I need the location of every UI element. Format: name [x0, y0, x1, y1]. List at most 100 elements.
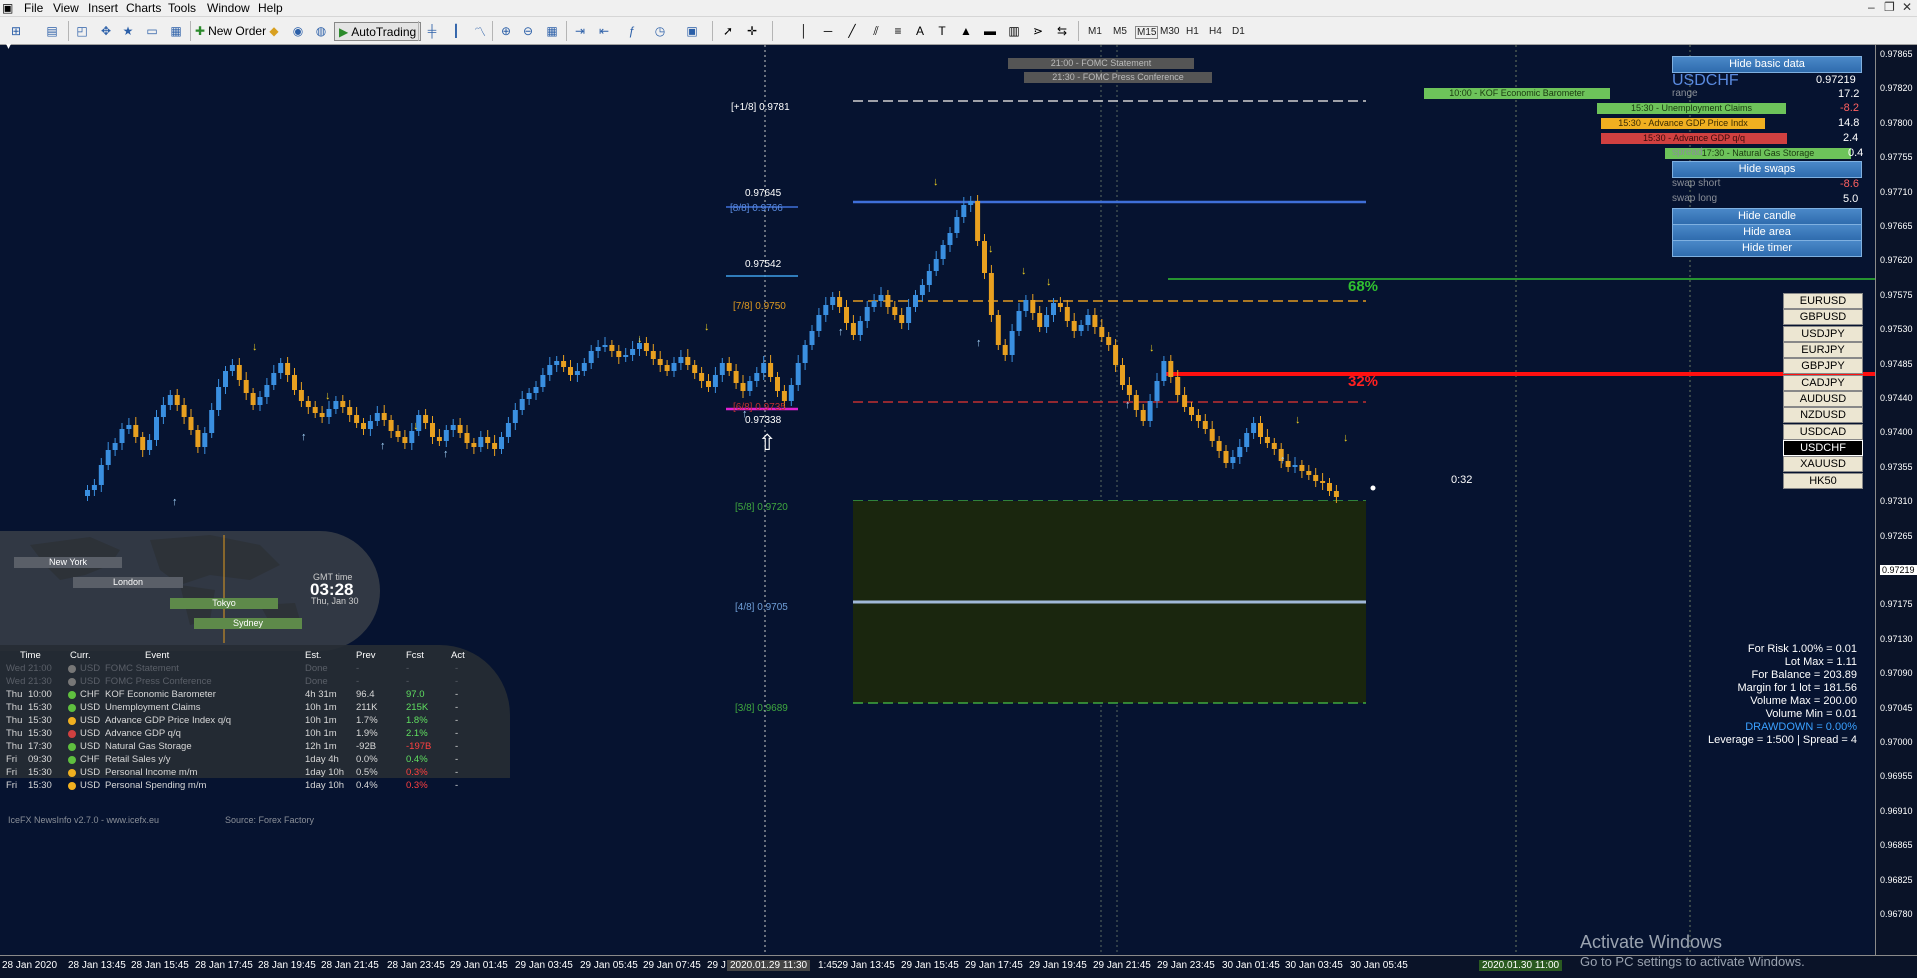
symbol-button-gbpusd[interactable]: GBPUSD: [1783, 309, 1863, 325]
symbol-button-gbpjpy[interactable]: GBPJPY: [1783, 358, 1863, 374]
candle: [1023, 300, 1029, 311]
navigator-icon[interactable]: ★: [120, 23, 136, 39]
symbol-button-eurjpy[interactable]: EURJPY: [1783, 342, 1863, 358]
hide-area-button[interactable]: Hide area: [1672, 224, 1862, 241]
time-axis-label: 28 Jan 19:45: [258, 960, 316, 971]
chart-shift-icon[interactable]: ⇤: [596, 23, 612, 39]
channel-icon[interactable]: ⫽: [868, 23, 884, 39]
menu-charts[interactable]: Charts: [126, 1, 161, 15]
menu-insert[interactable]: Insert: [88, 1, 118, 15]
menu-view[interactable]: View: [53, 1, 79, 15]
profiles-icon[interactable]: ▤: [44, 23, 60, 39]
periods-icon[interactable]: ◷: [652, 23, 668, 39]
event-bar[interactable]: 15:30 - Advance GDP Price Indx: [1601, 118, 1765, 129]
candle: [671, 363, 677, 371]
gann-icon[interactable]: ⋗: [1030, 23, 1046, 39]
trendline-icon[interactable]: ╱: [844, 23, 860, 39]
gmt-date: Thu, Jan 30: [311, 596, 359, 606]
text-label-icon[interactable]: T: [934, 23, 950, 39]
new-chart-icon[interactable]: ⊞: [8, 23, 24, 39]
rectangle-icon[interactable]: ▬: [982, 23, 998, 39]
menu-file[interactable]: File: [24, 1, 43, 15]
symbol-button-eurusd[interactable]: EURUSD: [1783, 293, 1863, 309]
price-axis[interactable]: 0.97865 0.97820 0.97800 0.97755 0.97710 0.976…: [1875, 45, 1917, 955]
bar-chart-icon[interactable]: ╪: [424, 23, 440, 39]
symbol-button-usdjpy[interactable]: USDJPY: [1783, 326, 1863, 342]
timeframe-h1[interactable]: H1: [1186, 26, 1199, 37]
market-watch-icon[interactable]: ◰: [74, 23, 90, 39]
new-order-button[interactable]: ✚ New Order: [195, 22, 266, 39]
timeframe-d1[interactable]: D1: [1232, 26, 1245, 37]
timeframe-m30[interactable]: M30: [1160, 26, 1179, 37]
symbol-button-hk50[interactable]: HK50: [1783, 473, 1863, 489]
elliott-icon[interactable]: ⇆: [1054, 23, 1070, 39]
fibo-fan-icon[interactable]: ▥: [1006, 23, 1022, 39]
restore-icon[interactable]: ❐: [1884, 0, 1895, 14]
text-icon[interactable]: A: [912, 23, 928, 39]
event-bar[interactable]: 10:00 - KOF Economic Barometer: [1424, 88, 1610, 99]
candle: [885, 295, 891, 307]
sell-arrow-icon: ↓: [1021, 265, 1027, 277]
chart-dropdown-icon[interactable]: ▾: [6, 41, 11, 52]
signals-icon[interactable]: ◍: [313, 23, 329, 39]
time-axis-label: 30 Jan 01:45: [1222, 960, 1280, 971]
hide-timer-button[interactable]: Hide timer: [1672, 240, 1862, 257]
hide-basic-data-button[interactable]: Hide basic data: [1672, 56, 1862, 73]
event-bar[interactable]: 21:30 - FOMC Press Conference: [1024, 72, 1212, 83]
timeframe-h4[interactable]: H4: [1209, 26, 1222, 37]
pct32-label: 32%: [1348, 373, 1379, 390]
cursor-icon[interactable]: ➚: [720, 23, 736, 39]
menu-window[interactable]: Window: [207, 1, 250, 15]
symbol-button-xauusd[interactable]: XAUUSD: [1783, 456, 1863, 472]
zoom-in-icon[interactable]: ⊕: [498, 23, 514, 39]
minimize-icon[interactable]: –: [1868, 0, 1875, 14]
autoscroll-icon[interactable]: ⇥: [572, 23, 588, 39]
candle: [402, 437, 408, 443]
timeframe-m5[interactable]: M5: [1113, 26, 1127, 37]
close-icon[interactable]: ✕: [1902, 0, 1912, 14]
meta-editor-icon[interactable]: ◆: [266, 23, 282, 39]
price-axis-label: 0.97530: [1880, 324, 1913, 335]
hide-candle-button[interactable]: Hide candle: [1672, 208, 1862, 225]
impact-dot-icon: [68, 743, 76, 751]
app-icon[interactable]: ▣: [2, 1, 13, 15]
fibonacci-icon[interactable]: ≡: [890, 23, 906, 39]
event-bar[interactable]: 21:00 - FOMC Statement: [1008, 58, 1194, 69]
zoom-out-icon[interactable]: ⊖: [520, 23, 536, 39]
chart-window[interactable]: ↓ ↓ ↓ ↓ ↓ ↓ ↓ ↓ ↓ ↓ ↓ ↓ ↑ ↑ ↑ ↑ ↑ ↑ ↑ ↑ ↑ [+1/8] 0.9781 [8/8…: [0, 41, 1917, 978]
vertical-line-icon[interactable]: │: [796, 23, 812, 39]
templates-icon[interactable]: ▣: [684, 23, 700, 39]
symbol-button-usdchf[interactable]: USDCHF: [1783, 440, 1863, 456]
symbol-button-audusd[interactable]: AUDUSD: [1783, 391, 1863, 407]
tester-icon[interactable]: ▦: [168, 23, 184, 39]
session-sydney: Sydney: [194, 618, 302, 629]
candle: [547, 365, 553, 375]
tile-icon[interactable]: ▦: [544, 23, 560, 39]
horizontal-line-icon[interactable]: ─: [820, 23, 836, 39]
symbol-button-usdcad[interactable]: USDCAD: [1783, 424, 1863, 440]
menu-help[interactable]: Help: [258, 1, 283, 15]
chart-plot[interactable]: ↓ ↓ ↓ ↓ ↓ ↓ ↓ ↓ ↓ ↓ ↓ ↓ ↑ ↑ ↑ ↑ ↑ ↑ ↑ ↑ ↑ [+1/8] 0.9781 [8/8…: [0, 41, 1875, 955]
arrows-icon[interactable]: ▲: [958, 23, 974, 39]
event-bar[interactable]: 15:30 - Advance GDP q/q: [1601, 133, 1787, 144]
crosshair-nav-icon[interactable]: ✥: [98, 23, 114, 39]
symbol-button-nzdusd[interactable]: NZDUSD: [1783, 407, 1863, 423]
hide-swaps-button[interactable]: Hide swaps: [1672, 161, 1862, 178]
event-bar[interactable]: 15:30 - Unemployment Claims: [1597, 103, 1786, 114]
autotrading-button[interactable]: ▶ AutoTrading: [334, 22, 422, 41]
timeframe-m1[interactable]: M1: [1088, 26, 1102, 37]
impact-dot-icon: [68, 756, 76, 764]
terminal-icon[interactable]: ▭: [144, 23, 160, 39]
crosshair-icon[interactable]: ✛: [744, 23, 760, 39]
news-currency: USD: [80, 728, 101, 739]
candle: [367, 421, 373, 429]
candle-chart-icon[interactable]: ┃: [448, 23, 464, 39]
symbol-button-cadjpy[interactable]: CADJPY: [1783, 375, 1863, 391]
buy-arrow-icon: ↑: [1125, 399, 1131, 411]
line-chart-icon[interactable]: 〽: [472, 23, 488, 39]
candle: [775, 377, 780, 391]
menu-tools[interactable]: Tools: [168, 1, 196, 15]
options-icon[interactable]: ◉: [290, 23, 306, 39]
indicators-icon[interactable]: ƒ: [624, 23, 640, 39]
timeframe-m15[interactable]: M15: [1135, 26, 1159, 39]
